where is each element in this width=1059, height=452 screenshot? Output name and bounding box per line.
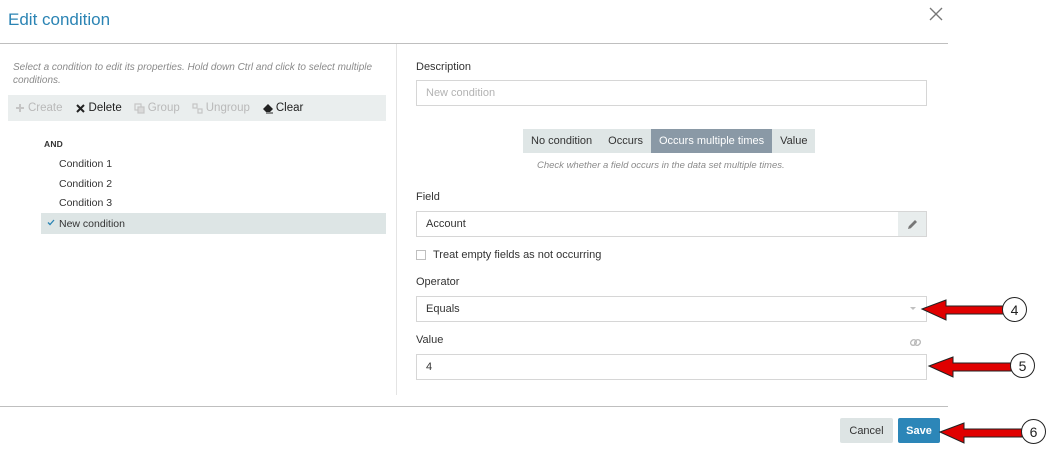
annotation-badge-4: 4 bbox=[1002, 297, 1027, 322]
annotation-badge-6: 6 bbox=[1021, 419, 1046, 444]
arrow-6 bbox=[938, 422, 1023, 444]
arrow-5 bbox=[927, 356, 1012, 378]
annotation-arrows bbox=[920, 299, 1023, 444]
annotation-badge-5: 5 bbox=[1010, 353, 1035, 378]
arrow-4 bbox=[920, 299, 1005, 321]
